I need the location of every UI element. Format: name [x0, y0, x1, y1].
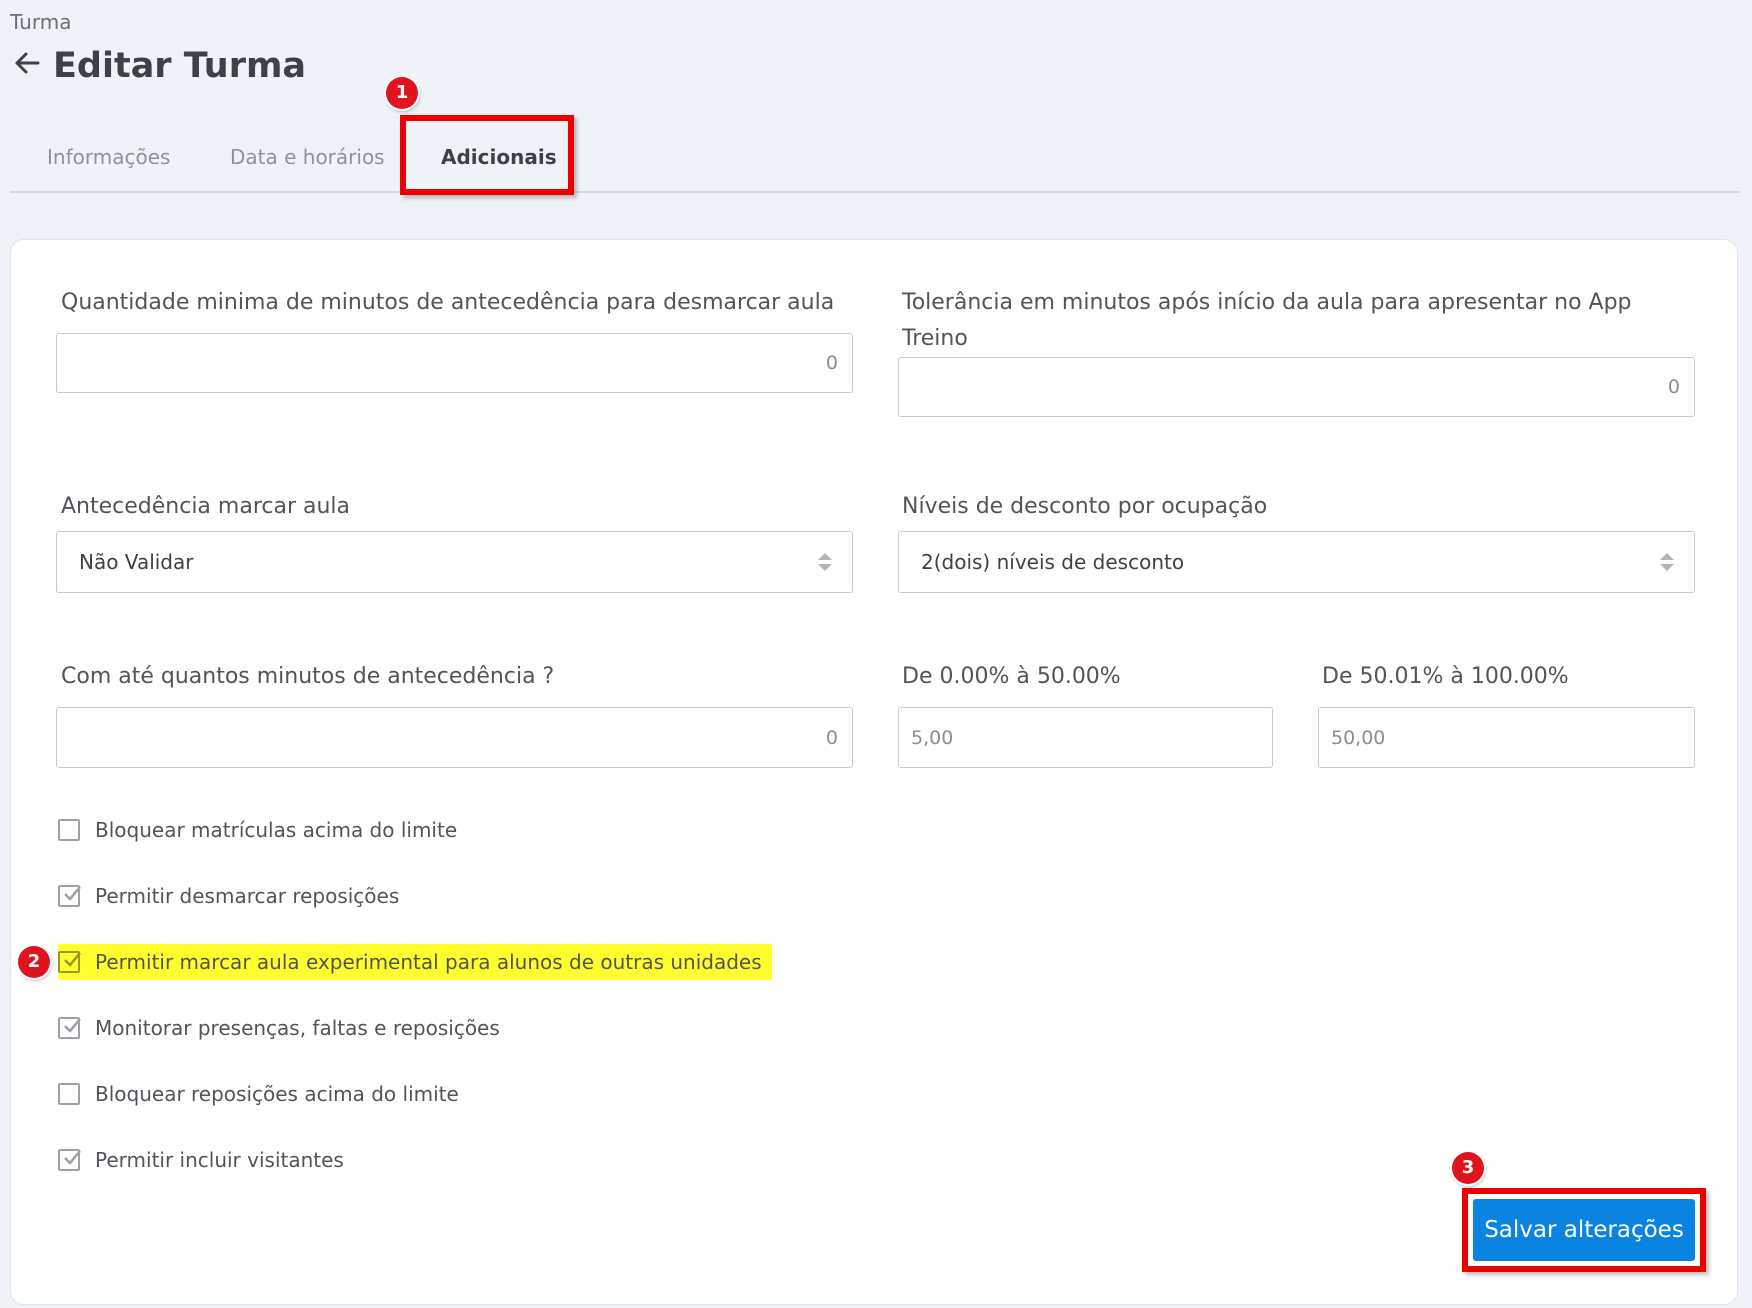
checkbox-bloquear-matriculas[interactable]: Bloquear matrículas acima do limite — [58, 812, 457, 848]
level2-input[interactable]: 50,00 — [1318, 707, 1695, 768]
checkbox-checked-icon[interactable] — [58, 1017, 81, 1039]
field-label-discount-levels: Níveis de desconto por ocupação — [902, 494, 1268, 519]
breadcrumb[interactable]: Turma — [10, 10, 71, 34]
checkbox-checked-icon[interactable] — [58, 1149, 81, 1171]
annotation-frame-tab — [400, 115, 574, 195]
select-arrows-icon — [818, 553, 832, 571]
back-arrow-icon[interactable] — [12, 48, 42, 78]
checkbox-label: Permitir desmarcar reposições — [95, 884, 400, 908]
field-label-min-minutes: Quantidade minima de minutos de antecedê… — [61, 290, 835, 315]
checkbox-unchecked-icon[interactable] — [58, 1083, 80, 1105]
discount-levels-selected: 2(dois) níveis de desconto — [921, 550, 1185, 574]
advance-book-selected: Não Validar — [79, 550, 194, 574]
level1-input[interactable]: 5,00 — [898, 707, 1273, 768]
select-arrows-icon — [1660, 553, 1674, 571]
field-label-advance-book: Antecedência marcar aula — [61, 494, 351, 519]
checkbox-desmarcar-reposicoes[interactable]: Permitir desmarcar reposições — [58, 878, 399, 914]
checkbox-incluir-visitantes[interactable]: Permitir incluir visitantes — [58, 1142, 344, 1178]
checkbox-bloquear-reposicoes[interactable]: Bloquear reposições acima do limite — [58, 1076, 459, 1112]
advance-book-select[interactable]: Não Validar — [56, 531, 853, 593]
field-label-advance-minutes: Com até quantos minutos de antecedência … — [61, 664, 555, 689]
checkbox-label: Permitir marcar aula experimental para a… — [95, 950, 762, 974]
tab-informacoes[interactable]: Informações — [47, 145, 170, 169]
field-label-level2: De 50.01% à 100.00% — [1322, 664, 1569, 689]
field-label-tolerance-line2: Treino — [902, 326, 968, 351]
advance-minutes-input[interactable]: 0 — [56, 707, 853, 768]
checkbox-label: Monitorar presenças, faltas e reposições — [95, 1016, 500, 1040]
checkbox-checked-icon[interactable] — [58, 951, 81, 973]
checkbox-unchecked-icon[interactable] — [58, 819, 80, 841]
annotation-badge-1: 1 — [386, 77, 418, 109]
annotation-badge-3: 3 — [1452, 1152, 1484, 1184]
tolerance-input[interactable]: 0 — [898, 357, 1695, 417]
checkbox-checked-icon[interactable] — [58, 885, 81, 907]
discount-levels-select[interactable]: 2(dois) níveis de desconto — [898, 531, 1695, 593]
field-label-level1: De 0.00% à 50.00% — [902, 664, 1121, 689]
tab-data-horarios[interactable]: Data e horários — [230, 145, 385, 169]
checkbox-aula-experimental[interactable]: Permitir marcar aula experimental para a… — [58, 944, 772, 980]
checkbox-monitorar-presencas[interactable]: Monitorar presenças, faltas e reposições — [58, 1010, 500, 1046]
checkbox-label: Bloquear reposições acima do limite — [95, 1082, 459, 1106]
tabs-divider — [10, 191, 1740, 193]
field-label-tolerance-line1: Tolerância em minutos após início da aul… — [902, 290, 1632, 315]
annotation-badge-2: 2 — [18, 946, 50, 978]
checkbox-label: Bloquear matrículas acima do limite — [95, 818, 458, 842]
page-title: Editar Turma — [53, 46, 307, 86]
checkbox-label: Permitir incluir visitantes — [95, 1148, 344, 1172]
save-button[interactable]: Salvar alterações — [1473, 1199, 1695, 1261]
min-minutes-input[interactable]: 0 — [56, 333, 853, 393]
